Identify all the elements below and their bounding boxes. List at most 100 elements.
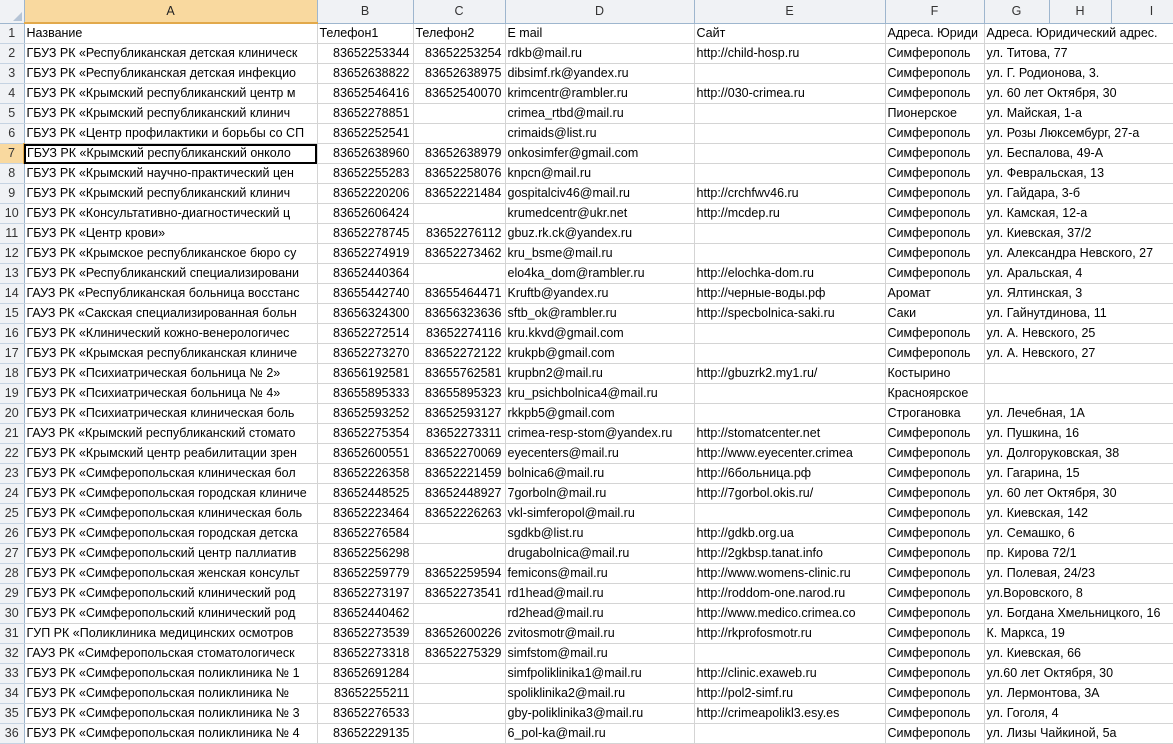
cell[interactable]: ГБУЗ РК «Симферопольская городская клини… xyxy=(24,483,318,504)
cell[interactable]: http://child-hosp.ru xyxy=(694,43,886,64)
cell[interactable]: ГБУЗ РК «Крымский республиканский центр … xyxy=(24,83,318,104)
cell[interactable]: kru.kkvd@gmail.com xyxy=(505,323,695,344)
cell[interactable]: simfpoliklinika1@mail.ru xyxy=(505,663,695,684)
cell[interactable]: Kruftb@yandex.ru xyxy=(505,283,695,304)
cell[interactable] xyxy=(694,343,886,364)
cell[interactable] xyxy=(413,603,506,624)
cell[interactable]: ул. Розы Люксембург, 27-а xyxy=(984,123,1173,144)
cell[interactable]: 83652638979 xyxy=(413,143,506,164)
cell[interactable]: 83652252541 xyxy=(317,123,414,144)
cell[interactable] xyxy=(694,123,886,144)
cell[interactable]: ГБУЗ РК «Психиатрическая больница № 2» xyxy=(24,363,318,384)
cell[interactable]: ГБУЗ РК «Крымский научно-практический це… xyxy=(24,163,318,184)
cell[interactable]: sftb_ok@rambler.ru xyxy=(505,303,695,324)
cell[interactable]: rd2head@mail.ru xyxy=(505,603,695,624)
row-header[interactable]: 16 xyxy=(0,323,25,344)
cell[interactable]: Аромат xyxy=(885,283,985,304)
cell[interactable]: Адреса. Юриди xyxy=(885,23,985,44)
cell[interactable] xyxy=(694,503,886,524)
cell[interactable]: Симферополь xyxy=(885,203,985,224)
cell[interactable]: ГБУЗ РК «Республиканская детская клиниче… xyxy=(24,43,318,64)
cell[interactable]: Симферополь xyxy=(885,243,985,264)
cell[interactable]: 83652593127 xyxy=(413,403,506,424)
cell[interactable]: ул. Богдана Хмельницкого, 16 xyxy=(984,603,1173,624)
cell[interactable]: Костырино xyxy=(885,363,985,384)
cell[interactable]: ГБУЗ РК «Республиканский специализирован… xyxy=(24,263,318,284)
cell[interactable] xyxy=(694,243,886,264)
cell[interactable]: 83656324300 xyxy=(317,303,414,324)
cell[interactable]: 83652270069 xyxy=(413,443,506,464)
cell[interactable]: rkkpb5@gmail.com xyxy=(505,403,695,424)
cell[interactable]: 83652448525 xyxy=(317,483,414,504)
cell[interactable]: dibsimf.rk@yandex.ru xyxy=(505,63,695,84)
cell[interactable]: Адреса. Юридический адрес. xyxy=(984,23,1173,44)
cell[interactable]: Симферополь xyxy=(885,483,985,504)
cell[interactable]: ГБУЗ РК «Консультативно-диагностический … xyxy=(24,203,318,224)
cell[interactable]: Симферополь xyxy=(885,523,985,544)
cell[interactable]: Симферополь xyxy=(885,263,985,284)
cell[interactable]: Симферополь xyxy=(885,683,985,704)
cell[interactable]: ул. Семашко, 6 xyxy=(984,523,1173,544)
cell[interactable]: ГБУЗ РК «Симферопольская городская детск… xyxy=(24,523,318,544)
row-header[interactable]: 18 xyxy=(0,363,25,384)
cell[interactable]: gbuz.rk.ck@yandex.ru xyxy=(505,223,695,244)
cell[interactable]: 7gorboln@mail.ru xyxy=(505,483,695,504)
row-header[interactable]: 20 xyxy=(0,403,25,424)
cell[interactable]: ул. Беспалова, 49-А xyxy=(984,143,1173,164)
cell[interactable]: ул. Гоголя, 4 xyxy=(984,703,1173,724)
cell[interactable]: 83652255211 xyxy=(317,683,414,704)
cell[interactable]: 83652253254 xyxy=(413,43,506,64)
cell[interactable]: 83652273541 xyxy=(413,583,506,604)
row-header[interactable]: 11 xyxy=(0,223,25,244)
cell[interactable]: ул. Гайдара, 3-б xyxy=(984,183,1173,204)
cell[interactable]: elo4ka_dom@rambler.ru xyxy=(505,263,695,284)
cell[interactable]: 83652440462 xyxy=(317,603,414,624)
cell[interactable]: http://2gkbsp.tanat.info xyxy=(694,543,886,564)
cell[interactable]: Симферополь xyxy=(885,43,985,64)
row-header[interactable]: 35 xyxy=(0,703,25,724)
cell[interactable]: ГБУЗ РК «Симферопольская клиническая бол xyxy=(24,463,318,484)
cell[interactable]: ул. Александра Невского, 27 xyxy=(984,243,1173,264)
cell[interactable]: ГБУЗ РК «Симферопольская женская консуль… xyxy=(24,563,318,584)
cell[interactable]: ГБУЗ РК «Симферопольская клиническая бол… xyxy=(24,503,318,524)
cell[interactable]: Симферополь xyxy=(885,183,985,204)
cell[interactable]: 83656323636 xyxy=(413,303,506,324)
cell[interactable] xyxy=(694,103,886,124)
cell[interactable]: 83652275329 xyxy=(413,643,506,664)
cell[interactable]: ул. Киевская, 37/2 xyxy=(984,223,1173,244)
cell[interactable] xyxy=(413,103,506,124)
cell[interactable]: ул. Майская, 1-а xyxy=(984,103,1173,124)
cell[interactable]: ул. 60 лет Октября, 30 xyxy=(984,483,1173,504)
cell[interactable] xyxy=(694,323,886,344)
cell[interactable]: ул.Воровского, 8 xyxy=(984,583,1173,604)
row-header[interactable]: 31 xyxy=(0,623,25,644)
cell[interactable]: 83652691284 xyxy=(317,663,414,684)
cell[interactable]: Пионерское xyxy=(885,103,985,124)
row-header[interactable]: 26 xyxy=(0,523,25,544)
cell[interactable]: ГБУЗ РК «Симферопольская поликлиника № 1 xyxy=(24,663,318,684)
cell[interactable]: drugabolnica@mail.ru xyxy=(505,543,695,564)
cell[interactable]: 83652638975 xyxy=(413,63,506,84)
cell[interactable] xyxy=(694,163,886,184)
cell[interactable]: 83652220206 xyxy=(317,183,414,204)
cell[interactable]: http://gdkb.org.ua xyxy=(694,523,886,544)
cell[interactable]: Симферополь xyxy=(885,623,985,644)
cell[interactable]: 83652606424 xyxy=(317,203,414,224)
cell[interactable]: ул. Киевская, 66 xyxy=(984,643,1173,664)
cell[interactable]: krimcentr@rambler.ru xyxy=(505,83,695,104)
cell[interactable]: 83652259779 xyxy=(317,563,414,584)
cell[interactable] xyxy=(694,143,886,164)
cell[interactable]: crimea_rtbd@mail.ru xyxy=(505,103,695,124)
cell[interactable]: simfstom@mail.ru xyxy=(505,643,695,664)
row-header[interactable]: 9 xyxy=(0,183,25,204)
cell[interactable]: ул. Полевая, 24/23 xyxy=(984,563,1173,584)
row-header[interactable]: 14 xyxy=(0,283,25,304)
cell[interactable]: rd1head@mail.ru xyxy=(505,583,695,604)
cell[interactable]: Симферополь xyxy=(885,143,985,164)
cell[interactable]: http://черные-воды.рф xyxy=(694,283,886,304)
row-header[interactable]: 29 xyxy=(0,583,25,604)
cell[interactable]: http://specbolnica-saki.ru xyxy=(694,303,886,324)
cell[interactable]: 83655442740 xyxy=(317,283,414,304)
cell[interactable]: ГБУЗ РК «Симферопольский центр паллиатив xyxy=(24,543,318,564)
cell[interactable]: krupbn2@mail.ru xyxy=(505,363,695,384)
